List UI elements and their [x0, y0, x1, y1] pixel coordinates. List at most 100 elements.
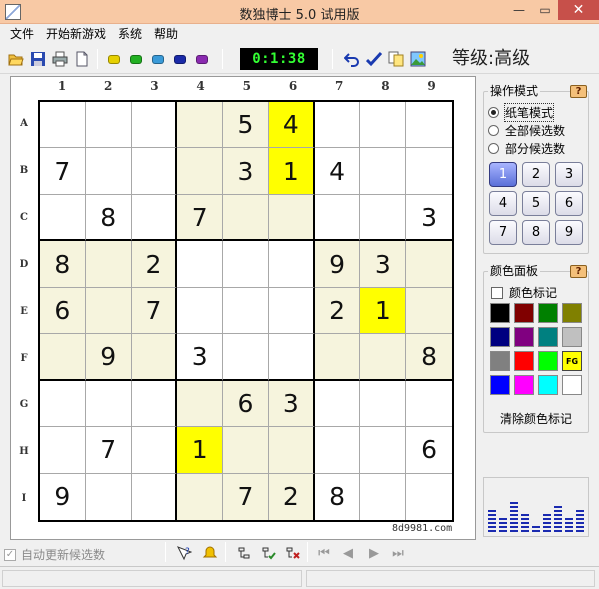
sudoku-cell[interactable]	[177, 473, 224, 520]
color-swatch[interactable]	[562, 303, 582, 323]
color-mark-checkbox[interactable]	[491, 286, 503, 299]
print-icon[interactable]	[52, 51, 68, 67]
sudoku-cell[interactable]	[177, 102, 224, 149]
first-icon[interactable]: ⏮	[316, 545, 332, 561]
save-icon[interactable]	[30, 51, 46, 67]
sudoku-cell[interactable]	[177, 287, 224, 335]
sudoku-cell[interactable]	[360, 334, 407, 381]
menu-system[interactable]: 系统	[112, 24, 148, 44]
sudoku-cell[interactable]: 8	[406, 334, 452, 381]
menu-new-game[interactable]: 开始新游戏	[40, 24, 112, 44]
color-swatch[interactable]	[538, 375, 558, 395]
color-lightblue-button[interactable]	[150, 51, 166, 67]
sudoku-cell[interactable]	[85, 287, 132, 335]
sudoku-cell[interactable]	[223, 287, 269, 335]
sudoku-cell[interactable]	[85, 241, 132, 288]
color-swatch[interactable]	[538, 327, 558, 347]
sudoku-cell[interactable]: 6	[223, 380, 269, 428]
mode-option-all-candidates[interactable]: 全部候选数	[488, 122, 565, 139]
check-icon[interactable]	[366, 51, 382, 67]
sudoku-cell[interactable]: 8	[40, 241, 86, 288]
tree-cross-icon[interactable]	[284, 545, 300, 561]
sudoku-cell[interactable]: 4	[314, 148, 361, 195]
auto-update-toggle[interactable]: ✓ 自动更新候选数	[4, 546, 105, 563]
color-swatch[interactable]: FG	[562, 351, 582, 371]
sudoku-cell[interactable]	[40, 194, 86, 242]
sudoku-cell[interactable]	[131, 427, 178, 474]
menu-help[interactable]: 帮助	[148, 24, 184, 44]
color-purple-button[interactable]	[194, 51, 210, 67]
sudoku-cell[interactable]	[40, 334, 86, 381]
sudoku-cell[interactable]	[360, 148, 407, 195]
sudoku-cell[interactable]	[85, 380, 132, 428]
sudoku-cell[interactable]	[406, 102, 452, 149]
sudoku-cell[interactable]: 3	[223, 148, 269, 195]
color-swatch[interactable]	[490, 375, 510, 395]
maximize-button[interactable]: ▭	[532, 0, 558, 20]
sudoku-cell[interactable]: 7	[40, 148, 86, 195]
sudoku-cell[interactable]	[85, 148, 132, 195]
sudoku-cell[interactable]	[406, 287, 452, 335]
sudoku-cell[interactable]	[268, 194, 315, 242]
color-swatch[interactable]	[514, 375, 534, 395]
prev-icon[interactable]: ◀	[340, 545, 356, 561]
color-swatch[interactable]	[490, 327, 510, 347]
sudoku-cell[interactable]: 3	[268, 380, 315, 428]
sudoku-cell[interactable]	[360, 380, 407, 428]
color-green-button[interactable]	[128, 51, 144, 67]
color-help-button[interactable]: ?	[570, 265, 587, 278]
number-button-5[interactable]: 5	[522, 191, 550, 216]
number-button-3[interactable]: 3	[555, 162, 583, 187]
sudoku-cell[interactable]	[360, 194, 407, 242]
sudoku-cell[interactable]: 7	[177, 194, 224, 242]
sudoku-cell[interactable]	[131, 380, 178, 428]
close-button[interactable]: ✕	[558, 0, 599, 20]
color-swatch[interactable]	[490, 351, 510, 371]
sudoku-cell[interactable]: 2	[131, 241, 178, 288]
undo-icon[interactable]	[344, 51, 360, 67]
sudoku-cell[interactable]: 9	[314, 241, 361, 288]
sudoku-cell[interactable]	[131, 148, 178, 195]
color-swatch[interactable]	[538, 303, 558, 323]
color-swatch[interactable]	[538, 351, 558, 371]
number-button-4[interactable]: 4	[489, 191, 517, 216]
color-swatch[interactable]	[514, 327, 534, 347]
mode-help-button[interactable]: ?	[570, 85, 587, 98]
minimize-button[interactable]: —	[506, 0, 532, 20]
sudoku-cell[interactable]	[223, 427, 269, 474]
image-icon[interactable]	[410, 51, 426, 67]
sudoku-cell[interactable]	[268, 287, 315, 335]
number-button-7[interactable]: 7	[489, 220, 517, 245]
sudoku-cell[interactable]	[360, 427, 407, 474]
sudoku-cell[interactable]: 1	[177, 427, 224, 474]
sudoku-cell[interactable]: 7	[85, 427, 132, 474]
auto-update-checkbox[interactable]: ✓	[4, 548, 16, 561]
last-icon[interactable]: ⏭	[390, 545, 406, 561]
sudoku-cell[interactable]	[406, 380, 452, 428]
sudoku-cell[interactable]	[131, 334, 178, 381]
color-swatch[interactable]	[490, 303, 510, 323]
open-icon[interactable]	[8, 51, 24, 67]
sudoku-cell[interactable]: 9	[40, 473, 86, 520]
number-button-6[interactable]: 6	[555, 191, 583, 216]
sudoku-cell[interactable]: 6	[40, 287, 86, 335]
color-swatch[interactable]	[514, 303, 534, 323]
color-swatch[interactable]	[514, 351, 534, 371]
sudoku-cell[interactable]	[177, 241, 224, 288]
radio-pencil[interactable]	[488, 107, 499, 118]
color-blue-button[interactable]	[172, 51, 188, 67]
sudoku-cell[interactable]	[131, 102, 178, 149]
number-button-8[interactable]: 8	[522, 220, 550, 245]
number-button-1[interactable]: 1	[489, 162, 517, 187]
sudoku-cell[interactable]	[177, 148, 224, 195]
sudoku-cell[interactable]	[406, 148, 452, 195]
color-swatch[interactable]	[562, 327, 582, 347]
sudoku-cell[interactable]: 7	[131, 287, 178, 335]
sudoku-cell[interactable]	[223, 334, 269, 381]
sudoku-cell[interactable]	[131, 473, 178, 520]
new-page-icon[interactable]	[74, 51, 90, 67]
sudoku-cell[interactable]: 2	[314, 287, 361, 335]
sudoku-cell[interactable]: 1	[268, 148, 315, 195]
sudoku-cell[interactable]: 2	[268, 473, 315, 520]
color-swatch[interactable]	[562, 375, 582, 395]
